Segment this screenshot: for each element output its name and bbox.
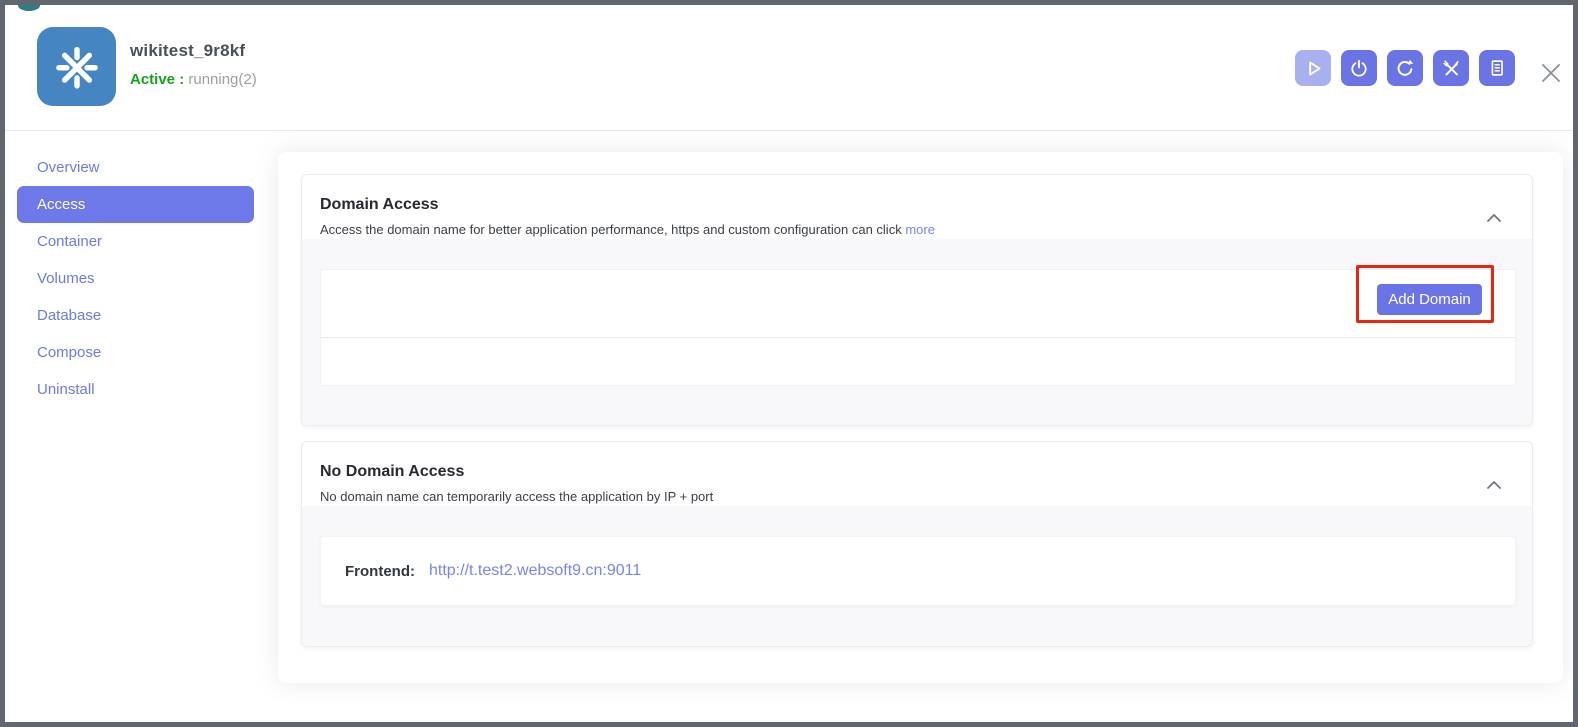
background-page-peek <box>18 0 40 11</box>
domain-table: Add Domain <box>320 269 1516 386</box>
domain-table-toolbar: Add Domain <box>321 270 1515 338</box>
document-icon <box>1486 57 1508 79</box>
frontend-label: Frontend: <box>345 563 415 580</box>
domain-access-subtitle: Access the domain name for better applic… <box>320 222 935 237</box>
tools-icon <box>1440 57 1462 79</box>
status-active-label: Active : <box>130 71 184 88</box>
domain-access-body: Add Domain <box>302 239 1532 425</box>
sidebar-nav: Overview Access Container Volumes Databa… <box>17 149 254 408</box>
stop-button[interactable] <box>1341 50 1377 86</box>
domain-access-title: Domain Access <box>320 196 439 214</box>
sidebar-item-compose[interactable]: Compose <box>17 334 254 371</box>
app-title: wikitest_9r8kf <box>130 41 245 61</box>
sidebar-item-container[interactable]: Container <box>17 223 254 260</box>
sidebar-item-database[interactable]: Database <box>17 297 254 334</box>
more-link[interactable]: more <box>905 222 935 237</box>
start-button[interactable] <box>1295 50 1331 86</box>
no-domain-access-title: No Domain Access <box>320 463 464 481</box>
domain-access-card: Domain Access Access the domain name for… <box>301 174 1533 426</box>
frontend-access-row: Frontend: http://t.test2.websoft9.cn:901… <box>320 536 1516 606</box>
asterisk-logo-glyph <box>48 38 106 96</box>
power-icon <box>1348 57 1370 79</box>
content-panel: Domain Access Access the domain name for… <box>278 152 1563 683</box>
sidebar-item-access[interactable]: Access <box>17 186 254 223</box>
close-icon <box>1539 61 1563 85</box>
header-divider <box>5 130 1573 131</box>
play-icon <box>1302 57 1325 80</box>
collapse-chevron-icon[interactable] <box>1484 209 1504 228</box>
no-domain-access-body: Frontend: http://t.test2.websoft9.cn:901… <box>302 506 1532 646</box>
close-modal-button[interactable] <box>1537 59 1565 87</box>
status-running-value: running(2) <box>188 71 256 88</box>
restart-icon <box>1394 57 1416 79</box>
logs-button[interactable] <box>1479 50 1515 86</box>
app-action-toolbar <box>1295 50 1515 86</box>
sidebar-item-volumes[interactable]: Volumes <box>17 260 254 297</box>
no-domain-access-card: No Domain Access No domain name can temp… <box>301 441 1533 647</box>
app-status: Active : running(2) <box>130 71 257 88</box>
sidebar-item-overview[interactable]: Overview <box>17 149 254 186</box>
app-logo-icon <box>37 27 116 106</box>
no-domain-access-subtitle: No domain name can temporarily access th… <box>320 489 713 504</box>
frontend-url-link[interactable]: http://t.test2.websoft9.cn:9011 <box>429 562 641 580</box>
collapse-chevron-icon[interactable] <box>1484 476 1504 495</box>
sidebar-item-uninstall[interactable]: Uninstall <box>17 371 254 408</box>
restart-button[interactable] <box>1387 50 1423 86</box>
repair-button[interactable] <box>1433 50 1469 86</box>
domain-table-empty-row <box>321 338 1515 385</box>
app-detail-modal: wikitest_9r8kf Active : running(2) <box>0 0 1578 727</box>
add-domain-button[interactable]: Add Domain <box>1377 284 1482 315</box>
